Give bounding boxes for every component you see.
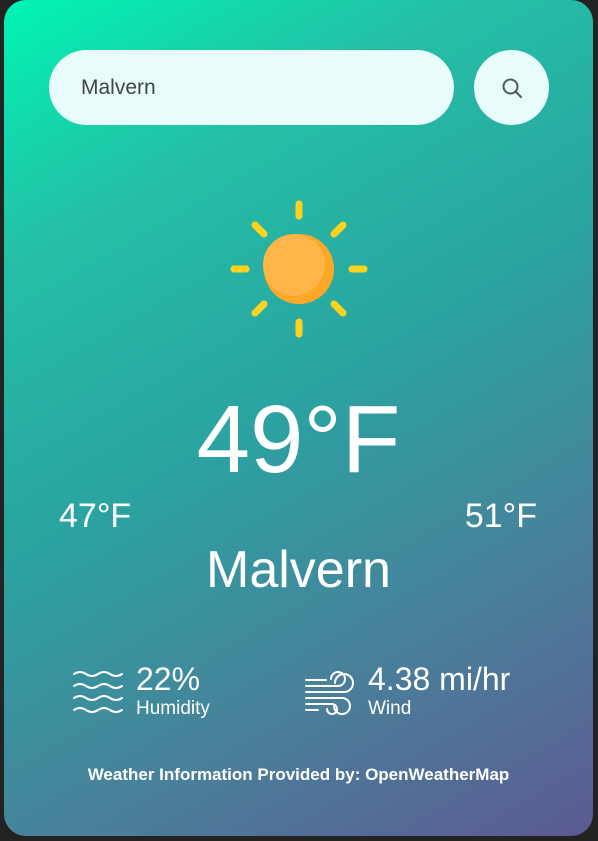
min-temperature: 47°F [59,497,132,535]
humidity-label: Humidity [136,698,210,719]
humidity-value: 22% [136,661,201,697]
wind-value: 4.38 mi/hr [368,661,511,697]
wind-icon [305,671,354,715]
current-temperature: 49°F [196,386,401,493]
data-source-credit: Weather Information Provided by: OpenWea… [87,765,510,784]
max-temperature: 51°F [464,497,537,535]
search-button[interactable] [474,50,549,125]
sun-icon [230,200,368,338]
city-name: Malvern [206,541,391,599]
waves-icon [73,671,123,713]
weather-card: 49°F 47°F 51°F Malvern 22% Humidity [4,0,593,836]
search-icon [502,78,522,98]
city-search-input[interactable] [49,50,454,125]
wind-label: Wind [368,698,412,719]
